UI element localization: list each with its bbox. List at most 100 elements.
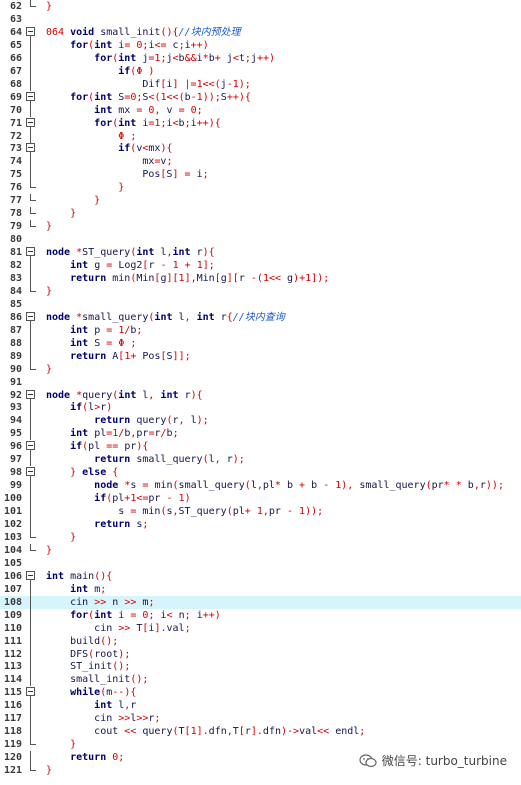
code-line-89[interactable]: 89 return A[1+ Pos[S]]; (0, 349, 521, 363)
code-line-110[interactable]: 110 cin >> T[i].val; (0, 621, 521, 635)
code-text: int m; (70, 583, 107, 595)
code-line-68[interactable]: 68 Dif[i] |=1<<(j-1); (0, 77, 521, 91)
code-line-73[interactable]: 73 if(v<mx){ (0, 142, 521, 156)
code-line-92[interactable]: 92 node *query(int l, int r){ (0, 389, 521, 402)
code-line-97[interactable]: 97 return small_query(l, r); (0, 453, 521, 467)
code-line-100[interactable]: 100 if(pl+1<=pr - 1) (0, 492, 521, 506)
fold-toggle-icon[interactable] (26, 441, 35, 451)
code-line-75[interactable]: 75 Pos[S] = i; (0, 168, 521, 182)
code-line-95[interactable]: 95 int pl=1/b,pr=r/b; (0, 427, 521, 441)
code-line-106[interactable]: 106 int main(){ (0, 570, 521, 583)
code-line-62[interactable]: 62} (0, 0, 521, 13)
code-line-114[interactable]: 114 small_init(); (0, 673, 521, 687)
fold-gutter (22, 608, 42, 622)
code-line-72[interactable]: 72 Φ ; (0, 129, 521, 143)
line-number: 66 (9, 52, 22, 64)
code-line-107[interactable]: 107 int m; (0, 582, 521, 596)
fold-gutter (22, 129, 42, 143)
fold-gutter (22, 530, 42, 544)
code-text: return A[1+ Pos[S]]; (70, 350, 191, 362)
code-text: for(int j=1;j<b&&i*b+ j<t;j++) (94, 52, 276, 64)
fold-gutter (22, 233, 42, 246)
fold-gutter (22, 751, 42, 765)
fold-toggle-icon[interactable] (26, 117, 35, 127)
code-text: } else { (70, 467, 119, 479)
code-text: ST_init(); (70, 661, 131, 673)
code-line-64[interactable]: 64 064 void small_init(){//块内预处理 (0, 26, 521, 39)
fold-gutter (22, 466, 42, 480)
code-line-111[interactable]: 111 build(); (0, 634, 521, 648)
code-text: Pos[S] = i; (142, 169, 209, 181)
fold-toggle-icon[interactable] (26, 91, 35, 101)
code-line-79[interactable]: 79} (0, 220, 521, 233)
line-number: 95 (9, 428, 22, 440)
code-line-112[interactable]: 112 DFS(root); (0, 647, 521, 661)
code-line-88[interactable]: 88 int S = Φ ; (0, 336, 521, 350)
code-line-93[interactable]: 93 if(l>r) (0, 401, 521, 415)
code-line-102[interactable]: 102 return s; (0, 518, 521, 531)
code-line-113[interactable]: 113 ST_init(); (0, 660, 521, 674)
code-line-103[interactable]: 103 } (0, 530, 521, 544)
line-number: 76 (9, 182, 22, 194)
fold-gutter (22, 64, 42, 78)
code-line-84[interactable]: 84} (0, 284, 521, 298)
line-number: 65 (9, 39, 22, 51)
code-line-101[interactable]: 101 s = min(s,ST_query(pl+ 1,pr - 1)); (0, 505, 521, 519)
code-line-118[interactable]: 118 cout << query(T[1].dfn,T[r].dfn)->va… (0, 725, 521, 739)
code-line-80[interactable]: 80 (0, 233, 521, 246)
code-line-117[interactable]: 117 cin >>l>>r; (0, 712, 521, 726)
code-line-87[interactable]: 87 int p = 1/b; (0, 323, 521, 337)
code-line-71[interactable]: 71 for(int i=1;i<b;i++){ (0, 117, 521, 130)
fold-toggle-icon[interactable] (26, 389, 35, 399)
fold-gutter (22, 595, 42, 609)
fold-toggle-icon[interactable] (26, 26, 35, 36)
code-line-66[interactable]: 66 for(int j=1;j<b&&i*b+ j<t;j++) (0, 51, 521, 65)
code-text: int l,r (94, 700, 137, 712)
code-line-76[interactable]: 76 } (0, 181, 521, 194)
line-number: 100 (3, 493, 22, 505)
code-line-67[interactable]: 67 if(Φ ) (0, 64, 521, 78)
fold-toggle-icon[interactable] (26, 687, 35, 697)
code-line-99[interactable]: 99 node *s = min(small_query(l,pl* b + b… (0, 479, 521, 493)
fold-gutter (22, 91, 42, 104)
code-line-108[interactable]: 108 cin >> n >> m; (0, 595, 521, 609)
fold-gutter (22, 570, 42, 583)
code-line-90[interactable]: 90} (0, 362, 521, 376)
code-line-109[interactable]: 109 for(int i = 0; i< n; i++) (0, 608, 521, 622)
line-number: 73 (9, 143, 22, 155)
fold-toggle-icon[interactable] (26, 467, 35, 477)
code-line-74[interactable]: 74 mx=v; (0, 155, 521, 169)
line-number: 72 (9, 130, 22, 142)
code-line-98[interactable]: 98 } else { (0, 466, 521, 480)
line-number: 114 (3, 674, 22, 686)
code-line-85[interactable]: 85 (0, 298, 521, 311)
code-line-96[interactable]: 96 if(pl == pr){ (0, 440, 521, 454)
code-line-86[interactable]: 86 node *small_query(int l, int r{//块内查询 (0, 311, 521, 324)
code-text: cin >> T[i].val; (94, 622, 191, 634)
code-line-82[interactable]: 82 int g = Log2[r - 1 + 1]; (0, 259, 521, 272)
code-line-115[interactable]: 115 while(m--){ (0, 686, 521, 700)
code-line-69[interactable]: 69 for(int S=0;S<(1<<(b-1));S++){ (0, 91, 521, 104)
code-line-70[interactable]: 70 int mx = 0, v = 0; (0, 103, 521, 117)
line-number: 116 (3, 700, 22, 712)
code-line-116[interactable]: 116 int l,r (0, 699, 521, 713)
code-editor[interactable]: 62} 63 64 064 void small_init(){//块内预处理 65 f… (0, 0, 521, 785)
code-line-78[interactable]: 78 } (0, 207, 521, 220)
code-line-65[interactable]: 65 for(int i= 0;i<= c;i++) (0, 38, 521, 52)
code-line-94[interactable]: 94 return query(r, l); (0, 414, 521, 428)
code-line-83[interactable]: 83 return min(Min[g][1],Min[g][r -(1<< g… (0, 271, 521, 285)
fold-toggle-icon[interactable] (26, 311, 35, 321)
code-line-63[interactable]: 63 (0, 13, 521, 26)
code-line-104[interactable]: 104} (0, 543, 521, 557)
code-line-81[interactable]: 81 node *ST_query(int l,int r){ (0, 246, 521, 260)
code-text: } (70, 739, 77, 751)
fold-toggle-icon[interactable] (26, 570, 35, 580)
fold-toggle-icon[interactable] (26, 143, 35, 153)
line-number: 97 (9, 454, 22, 466)
code-line-91[interactable]: 91 (0, 376, 521, 389)
code-line-119[interactable]: 119 } (0, 738, 521, 751)
code-line-105[interactable]: 105 (0, 557, 521, 570)
code-line-77[interactable]: 77 } (0, 194, 521, 207)
fold-toggle-icon[interactable] (26, 247, 35, 257)
line-number: 94 (9, 415, 22, 427)
